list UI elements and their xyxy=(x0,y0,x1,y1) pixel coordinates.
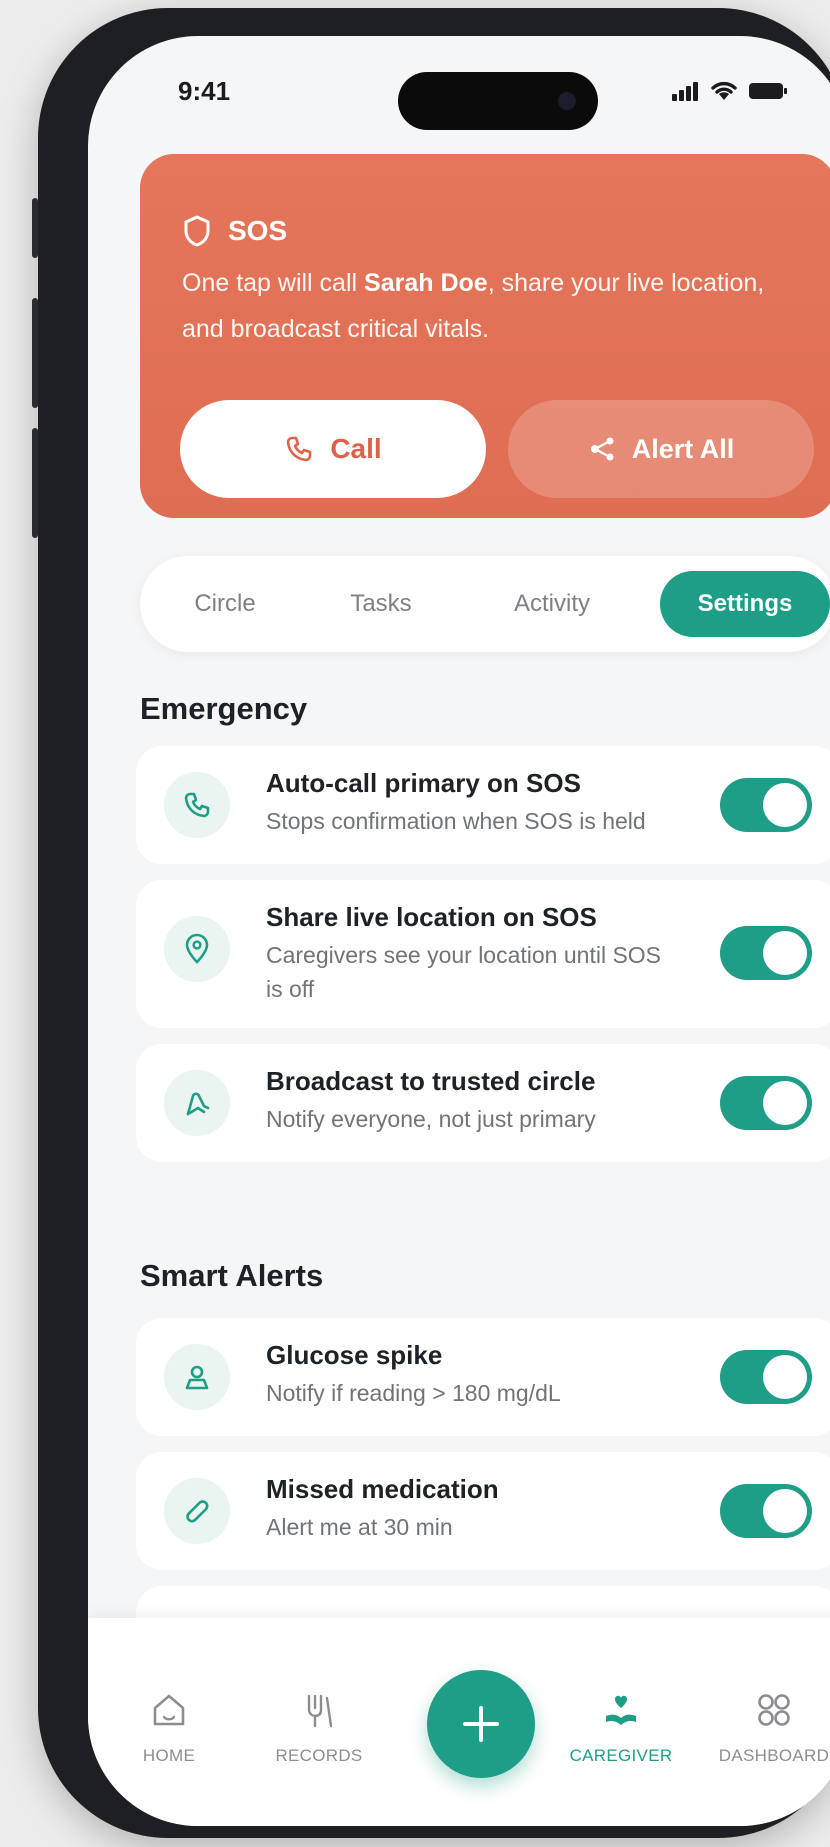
setting-row-auto-call[interactable]: Auto-call primary on SOS Stops confirmat… xyxy=(136,746,830,864)
phone-icon xyxy=(164,772,230,838)
broadcast-icon xyxy=(164,1070,230,1136)
location-pin-icon xyxy=(164,916,230,982)
status-icons xyxy=(672,80,788,102)
nav-caregiver[interactable]: CAREGIVER xyxy=(556,1618,686,1788)
toggle-knob xyxy=(763,1489,807,1533)
setting-title: Auto-call primary on SOS xyxy=(266,768,581,798)
mute-switch xyxy=(32,198,38,258)
tab-tasks[interactable]: Tasks xyxy=(316,556,446,652)
glucose-spike-toggle[interactable] xyxy=(720,1350,812,1404)
sos-header: SOS xyxy=(182,214,287,248)
nav-caregiver-label: CAREGIVER xyxy=(569,1746,673,1765)
battery-icon xyxy=(749,83,787,99)
setting-row-broadcast[interactable]: Broadcast to trusted circle Notify every… xyxy=(136,1044,830,1162)
tab-activity[interactable]: Activity xyxy=(482,556,622,652)
setting-title: Broadcast to trusted circle xyxy=(266,1066,596,1096)
alert-all-button[interactable]: Alert All xyxy=(508,400,814,498)
sos-title: SOS xyxy=(228,215,288,246)
dynamic-island xyxy=(398,72,598,130)
nav-dashboard-label: DASHBOARD xyxy=(718,1746,830,1765)
call-button[interactable]: Call xyxy=(180,400,486,498)
sos-description: One tap will call Sarah Doe, share your … xyxy=(182,260,802,352)
setting-subtitle: Stops confirmation when SOS is held xyxy=(266,808,646,834)
call-button-label: Call xyxy=(330,433,382,464)
tab-settings[interactable]: Settings xyxy=(660,571,830,637)
toggle-knob xyxy=(763,1081,807,1125)
dashboard-icon xyxy=(758,1694,790,1726)
setting-row-glucose-spike[interactable]: Glucose spike Notify if reading > 180 mg… xyxy=(136,1318,830,1436)
wifi-icon xyxy=(711,81,737,100)
toggle-knob xyxy=(763,1355,807,1399)
status-time: 9:41 xyxy=(178,76,231,106)
sos-card: SOS One tap will call Sarah Doe, share y… xyxy=(140,154,830,518)
volume-down-button xyxy=(32,428,38,538)
setting-subtitle: Alert me at 30 min xyxy=(266,1514,453,1540)
phone-icon xyxy=(287,436,312,462)
shield-icon xyxy=(184,215,210,247)
setting-title: Share live location on SOS xyxy=(266,902,597,932)
nav-records-label: RECORDS xyxy=(275,1746,363,1765)
setting-title: Glucose spike xyxy=(266,1340,443,1370)
setting-subtitle: Notify everyone, not just primary xyxy=(266,1106,596,1132)
share-location-toggle[interactable] xyxy=(720,926,812,980)
phone-frame: 9:41 SOS One tap will call Sarah Doe, sh… xyxy=(32,8,830,1838)
share-broadcast-icon xyxy=(590,437,614,461)
volume-up-button xyxy=(32,298,38,408)
nav-home-label: HOME xyxy=(142,1746,196,1765)
nav-dashboard[interactable]: DASHBOARD xyxy=(704,1618,830,1788)
status-bar: 9:41 xyxy=(88,36,830,146)
auto-call-toggle[interactable] xyxy=(720,778,812,832)
sos-contact-name: Sarah Doe xyxy=(364,269,488,297)
sos-desc-prefix: One tap will call xyxy=(182,269,365,297)
pill-icon xyxy=(164,1478,230,1544)
setting-row-share-location[interactable]: Share live location on SOS Caregivers se… xyxy=(136,880,830,1028)
caregiver-icon xyxy=(606,1695,636,1725)
records-icon xyxy=(307,1694,333,1728)
plus-icon xyxy=(463,1706,499,1742)
toggle-knob xyxy=(763,783,807,827)
toggle-knob xyxy=(763,931,807,975)
setting-title: Missed medication xyxy=(266,1474,499,1504)
glucose-icon xyxy=(164,1344,230,1410)
section-title-smart-alerts: Smart Alerts xyxy=(140,1258,324,1293)
broadcast-toggle[interactable] xyxy=(720,1076,812,1130)
app-screen: 9:41 SOS One tap will call Sarah Doe, sh… xyxy=(88,36,830,1826)
alert-all-button-label: Alert All xyxy=(631,433,735,464)
bottom-navigation: HOME RECORDS CAREGIVER DASHBOARD xyxy=(88,1618,830,1826)
nav-records[interactable]: RECORDS xyxy=(254,1618,384,1788)
setting-subtitle: Caregivers see your location until SOS i… xyxy=(266,942,662,1002)
segmented-tabs: Circle Tasks Activity Settings xyxy=(140,556,830,652)
home-icon xyxy=(153,1694,185,1726)
tab-circle[interactable]: Circle xyxy=(160,556,290,652)
section-title-emergency: Emergency xyxy=(140,691,308,726)
nav-home[interactable]: HOME xyxy=(104,1618,234,1788)
setting-subtitle: Notify if reading > 180 mg/dL xyxy=(266,1380,561,1406)
setting-row-missed-medication[interactable]: Missed medication Alert me at 30 min xyxy=(136,1452,830,1570)
add-button[interactable] xyxy=(427,1670,535,1778)
signal-icon xyxy=(672,82,698,101)
missed-medication-toggle[interactable] xyxy=(720,1484,812,1538)
